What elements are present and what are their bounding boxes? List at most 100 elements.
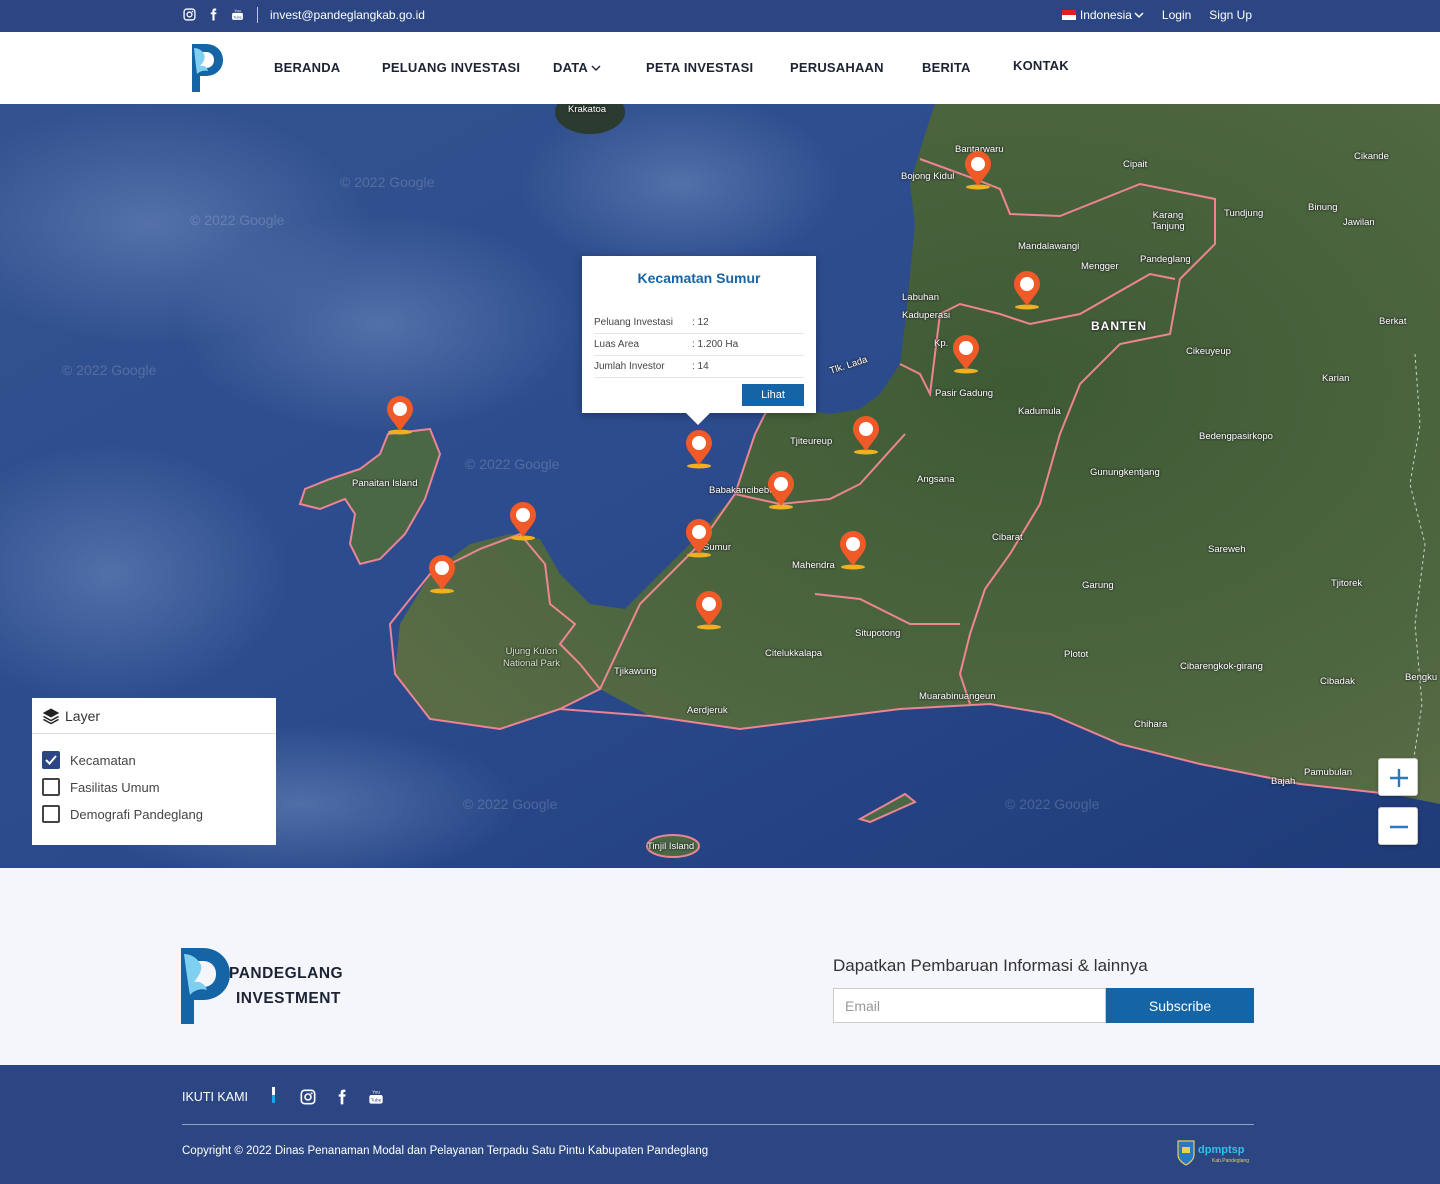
- site-logo[interactable]: [192, 44, 224, 92]
- checkbox-unchecked[interactable]: [42, 778, 60, 796]
- map-label: Bengku: [1405, 672, 1438, 683]
- map-label: Sareweh: [1208, 544, 1246, 555]
- brand-name-line2: INVESTMENT: [236, 990, 341, 1007]
- popup-row-luas: Luas Area : 1.200 Ha: [594, 334, 804, 356]
- signup-link[interactable]: Sign Up: [1209, 8, 1252, 22]
- nav-berita[interactable]: BERITA: [922, 60, 971, 75]
- newsletter-email-input[interactable]: [833, 988, 1106, 1023]
- youtube-icon[interactable]: You Tube: [231, 8, 245, 22]
- subscribe-button[interactable]: Subscribe: [1106, 988, 1254, 1023]
- newsletter-title: Dapatkan Pembaruan Informasi & lainnya: [833, 956, 1148, 975]
- map-label: Karian: [1322, 373, 1350, 384]
- layer-panel: Layer Kecamatan Fasilitas Umum Demografi…: [32, 698, 276, 845]
- chevron-down-icon: [591, 65, 601, 71]
- brand-name-line1: PANDEGLANG: [229, 965, 344, 982]
- popup-row-investor: Jumlah Investor : 14: [594, 356, 804, 378]
- popup-row-value: : 14: [692, 361, 709, 372]
- map-label: Cibarengkok-girang: [1180, 661, 1263, 672]
- map-label: Pandeglang: [1140, 254, 1191, 265]
- map-watermark: © 2022 Google: [463, 796, 558, 812]
- map-marker-icon[interactable]: [1012, 270, 1042, 310]
- nav-peta-investasi[interactable]: PETA INVESTASI: [646, 60, 753, 75]
- language-label: Indonesia: [1079, 8, 1132, 22]
- map-marker-icon[interactable]: [427, 554, 457, 594]
- facebook-icon[interactable]: [207, 8, 221, 22]
- map-label: Plotot: [1064, 649, 1089, 660]
- map-marker-icon[interactable]: [766, 470, 796, 510]
- follow-divider: [272, 1087, 275, 1103]
- map-marker-icon[interactable]: [694, 590, 724, 630]
- nav-kontak[interactable]: KONTAK: [1013, 58, 1069, 73]
- contact-email[interactable]: invest@pandeglangkab.go.id: [270, 8, 425, 22]
- login-link[interactable]: Login: [1162, 8, 1191, 22]
- popup-row-label: Peluang Investasi: [594, 317, 673, 328]
- facebook-icon[interactable]: [334, 1089, 350, 1110]
- map-label: Muarabinuangeun: [919, 691, 996, 702]
- map-label: Tjitorek: [1331, 578, 1363, 589]
- popup-row-label: Luas Area: [594, 339, 640, 350]
- nav-data[interactable]: DATA: [553, 60, 601, 75]
- nav-data-label: DATA: [553, 60, 588, 75]
- map-marker-icon[interactable]: [838, 530, 868, 570]
- top-bar: You Tube invest@pandeglangkab.go.id Indon…: [0, 0, 1440, 32]
- map-label: Aerdjeruk: [687, 705, 728, 716]
- dpmptsp-logo[interactable]: dpmptsp Kab.Pandeglang: [1176, 1137, 1256, 1167]
- layers-icon: [42, 707, 60, 730]
- layer-label: Demografi Pandeglang: [70, 807, 203, 822]
- map-marker-icon[interactable]: [951, 334, 981, 374]
- map-label: Pamubulan: [1304, 767, 1353, 778]
- map-label: Karang Tanjung: [1151, 210, 1185, 232]
- youtube-icon[interactable]: You Tube: [368, 1089, 384, 1110]
- map-label: Binung: [1308, 202, 1338, 213]
- map-marker-icon[interactable]: [508, 501, 538, 541]
- copyright-text: Copyright © 2022 Dinas Penanaman Modal d…: [182, 1145, 709, 1157]
- map-label-region: BANTEN: [1091, 319, 1147, 333]
- zoom-out-button[interactable]: [1378, 807, 1418, 845]
- map-marker-icon[interactable]: [851, 415, 881, 455]
- nav-peluang-investasi[interactable]: PELUANG INVESTASI: [382, 60, 520, 75]
- map-label: Citelukkalapa: [765, 648, 823, 659]
- map-marker-icon[interactable]: [963, 150, 993, 190]
- layer-panel-title: Layer: [65, 708, 101, 724]
- nav-beranda[interactable]: BERANDA: [274, 60, 340, 75]
- minus-icon: [1390, 825, 1408, 829]
- map-label: Mahendra: [792, 560, 835, 571]
- topbar-right: Indonesia Login Sign Up: [1061, 8, 1252, 22]
- newsletter-section: PANDEGLANG INVESTMENT Dapatkan Pembaruan…: [0, 868, 1440, 1065]
- checkbox-unchecked[interactable]: [42, 805, 60, 823]
- map-label: Pasir Gadung: [935, 388, 994, 399]
- nav-perusahaan[interactable]: PERUSAHAAN: [790, 60, 884, 75]
- map-marker-icon[interactable]: [684, 518, 714, 558]
- indonesia-flag-icon: [1061, 10, 1076, 20]
- topbar-divider: [257, 7, 258, 23]
- language-select[interactable]: Indonesia: [1061, 8, 1144, 22]
- map-label: Panaitan Island: [352, 478, 418, 489]
- investment-map[interactable]: © 2022 Google © 2022 Google © 2022 Googl…: [0, 104, 1440, 868]
- map-label: Mengger: [1081, 261, 1119, 272]
- checkbox-checked[interactable]: [42, 751, 60, 769]
- map-label: Kadumula: [1018, 406, 1061, 417]
- map-label: Tjikawung: [614, 666, 657, 677]
- layer-label: Kecamatan: [70, 753, 136, 768]
- svg-text:dpmptsp: dpmptsp: [1198, 1144, 1245, 1156]
- instagram-icon[interactable]: [300, 1089, 316, 1110]
- popup-title: Kecamatan Sumur: [637, 270, 761, 286]
- footer: IKUTI KAMI You Tube Copyright © 2022 Dina…: [0, 1065, 1440, 1184]
- map-watermark: © 2022 Google: [62, 362, 157, 378]
- map-marker-icon-selected[interactable]: [684, 429, 714, 469]
- map-watermark: © 2022 Google: [190, 212, 285, 228]
- map-watermark: © 2022 Google: [340, 174, 435, 190]
- layer-label: Fasilitas Umum: [70, 780, 160, 795]
- instagram-icon[interactable]: [183, 8, 197, 22]
- map-marker-icon[interactable]: [385, 395, 415, 435]
- lihat-button[interactable]: Lihat: [742, 384, 804, 406]
- topbar-social: You Tube: [183, 8, 245, 22]
- layer-panel-header: Layer: [32, 698, 276, 734]
- map-label: Cikande: [1354, 151, 1389, 162]
- footer-social: You Tube: [300, 1089, 384, 1110]
- map-label: Gunungkentjang: [1090, 467, 1160, 478]
- popup-row-value: : 1.200 Ha: [692, 339, 739, 350]
- follow-us-label: IKUTI KAMI: [182, 1090, 248, 1104]
- map-label: Jawilan: [1343, 217, 1375, 228]
- zoom-in-button[interactable]: [1378, 758, 1418, 796]
